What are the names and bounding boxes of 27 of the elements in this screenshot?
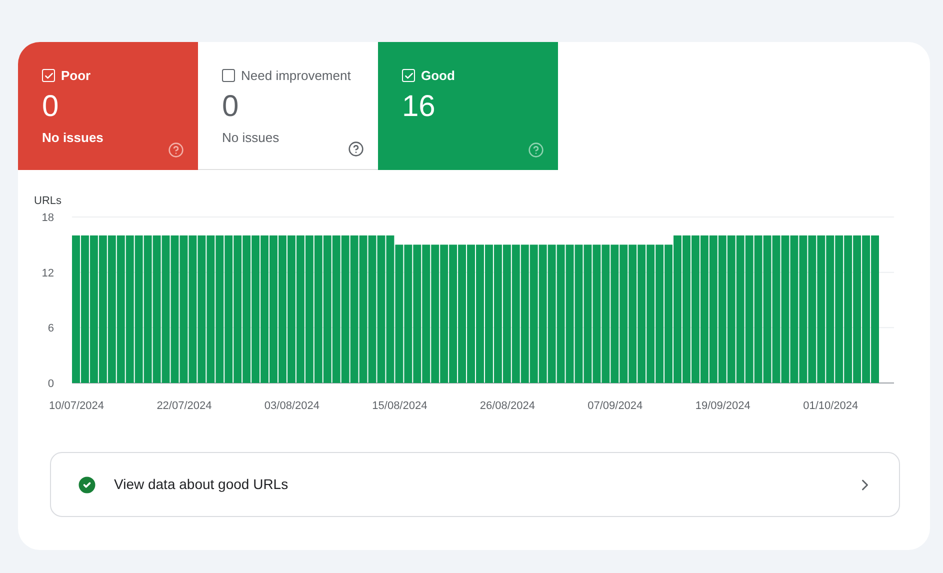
view-data-link[interactable]: View data about good URLs [50, 452, 900, 517]
y-tick-label: 18 [42, 212, 54, 224]
x-tick-label: 22/07/2024 [156, 400, 212, 412]
checkbox[interactable] [222, 69, 235, 82]
x-tick-label: 03/08/2024 [264, 400, 320, 412]
x-tick-label: 26/08/2024 [480, 400, 535, 412]
tile-label: Need improvement [241, 67, 351, 85]
check-icon [404, 70, 414, 81]
tile-label: Good [421, 67, 455, 85]
y-tick-label: 6 [48, 322, 54, 335]
x-tick-label: 19/09/2024 [695, 400, 750, 412]
tile-count: 0 [222, 88, 240, 124]
y-tick-label: 0 [48, 378, 54, 390]
tile-count: 16 [402, 88, 436, 124]
axis-title: URLs [34, 195, 62, 207]
tile-count: 0 [42, 88, 60, 124]
tile-note: No issues [42, 128, 104, 146]
check-circle-icon [76, 474, 98, 496]
y-tick-label: 12 [42, 267, 54, 280]
x-tick-label: 07/09/2024 [588, 400, 643, 412]
check-icon [44, 70, 54, 81]
tile-label: Poor [61, 67, 91, 85]
tile-note: No issues [222, 128, 280, 146]
x-tick-label: 15/08/2024 [372, 400, 428, 412]
x-tick-label: 10/07/2024 [48, 400, 104, 412]
x-tick-label: 01/10/2024 [803, 400, 858, 412]
help-icon[interactable] [348, 141, 364, 157]
